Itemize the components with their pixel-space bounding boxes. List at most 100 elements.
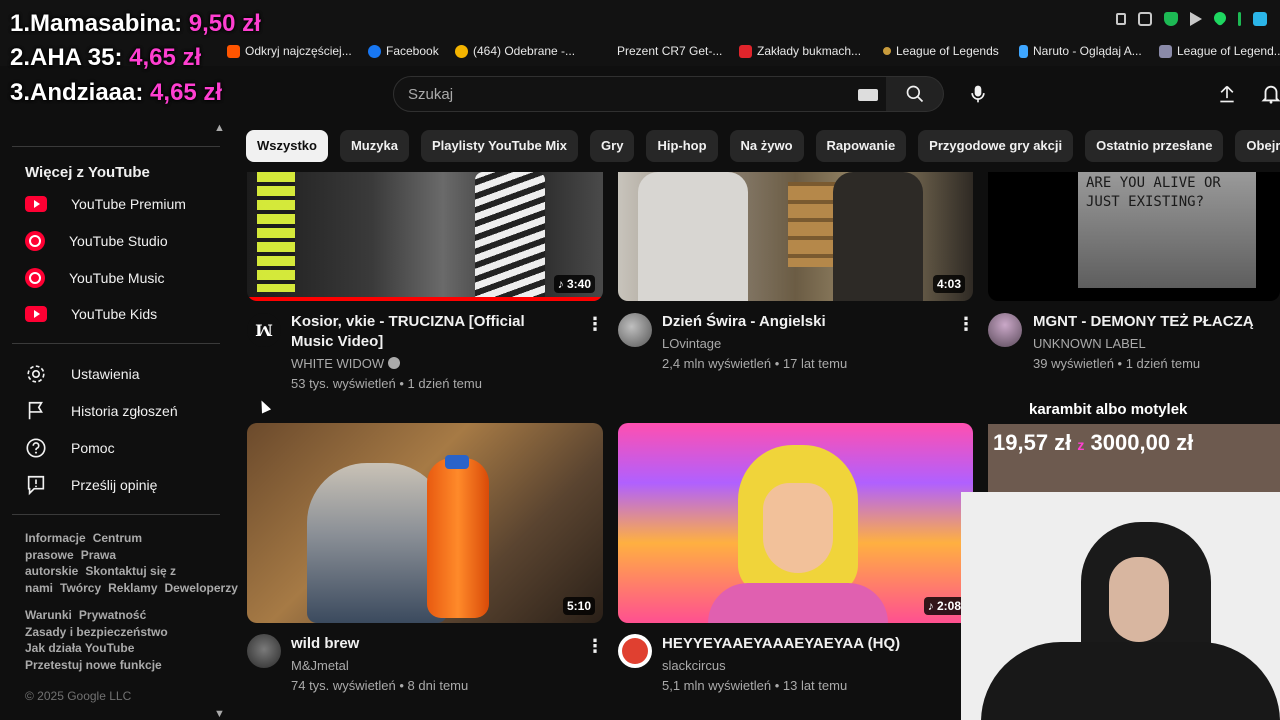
channel-avatar[interactable] — [988, 313, 1022, 347]
scroll-down-icon[interactable]: ▼ — [214, 708, 225, 720]
video-title[interactable]: MGNT - DEMONY TEŻ PŁACZĄ — [1033, 312, 1280, 332]
video-meta: 74 tys. wyświetleń • 8 dni temu — [291, 678, 469, 693]
footer-link[interactable]: Twórcy — [60, 581, 101, 595]
person-shape — [638, 172, 748, 301]
sidebar-item-studio[interactable]: YouTube Studio — [12, 223, 220, 259]
soundcloud-icon — [227, 44, 240, 58]
upload-button[interactable] — [1210, 76, 1244, 112]
chip-all[interactable]: Wszystko — [246, 130, 328, 162]
video-title[interactable]: Dzień Świra - Angielski — [662, 312, 942, 332]
bookmark-item[interactable]: Zakłady bukmach... — [739, 44, 861, 58]
video-thumbnail[interactable]: 4:03 — [618, 172, 973, 301]
play-icon[interactable] — [1190, 12, 1202, 26]
heart-icon[interactable] — [1211, 9, 1229, 27]
bookmark-item[interactable]: Odkryj najczęściej... — [227, 44, 352, 58]
chip-music[interactable]: Muzyka — [339, 130, 409, 162]
chip-recent[interactable]: Ostatnio przesłane — [1085, 130, 1224, 162]
video-duration: ♪ 3:40 — [553, 275, 595, 293]
video-title[interactable]: Kosior, vkie - TRUCIZNA [Official Music … — [291, 312, 571, 352]
top-donor-2: 2.AHA 35: 4,65 zł — [10, 44, 202, 71]
channel-avatar[interactable]: ꟽ — [247, 313, 281, 347]
chip-hiphop[interactable]: Hip-hop — [646, 130, 718, 162]
slackcircus-logo — [622, 638, 648, 664]
bookmark-item[interactable]: League of Legends — [883, 44, 999, 58]
sidebar-item-settings[interactable]: Ustawienia — [12, 356, 220, 392]
sidebar-item-music[interactable]: YouTube Music — [12, 260, 220, 296]
footer-link[interactable]: Warunki — [25, 608, 72, 622]
character-face — [763, 483, 833, 573]
window-icon[interactable] — [1138, 12, 1152, 26]
top-donor-1: 1.Mamasabina: 9,50 zł — [10, 10, 261, 37]
channel-name[interactable]: UNKNOWN LABEL — [1033, 334, 1146, 354]
chip-watched[interactable]: Obejrzane — [1235, 130, 1280, 162]
video-thumbnail[interactable]: 5:10 — [247, 423, 603, 623]
video-menu-button[interactable]: ⋮ — [585, 634, 605, 658]
sidebar-item-feedback[interactable]: Prześlij opinię — [12, 467, 220, 503]
footer-link[interactable]: Jak działa YouTube — [25, 641, 134, 655]
footer-link[interactable]: Deweloperzy — [165, 581, 238, 595]
channel-name[interactable]: LOvintage — [662, 334, 721, 354]
channel-avatar[interactable] — [618, 634, 652, 668]
upload-icon — [1220, 85, 1234, 103]
channel-avatar[interactable] — [247, 634, 281, 668]
translate-icon[interactable] — [1253, 12, 1267, 26]
channel-name[interactable]: WHITE WIDOW — [291, 354, 401, 374]
streamer-body — [981, 642, 1280, 720]
scroll-up-icon[interactable]: ▲ — [214, 122, 225, 134]
chip-live[interactable]: Na żywo — [729, 130, 804, 162]
figure-shape — [475, 172, 545, 297]
chip-games[interactable]: Gry — [590, 130, 635, 162]
more-from-youtube-heading: Więcej z YouTube — [25, 164, 150, 181]
footer-link[interactable]: Informacje — [25, 531, 86, 545]
video-thumbnail[interactable]: ♪ 2:08 — [618, 423, 973, 623]
verified-icon — [388, 357, 401, 369]
help-icon — [26, 438, 46, 458]
video-duration: 5:10 — [562, 597, 595, 615]
sidebar-item-report-history[interactable]: Historia zgłoszeń — [12, 393, 220, 429]
webcam-feed — [961, 492, 1280, 720]
ext-green-icon[interactable] — [1238, 12, 1241, 26]
notifications-button[interactable] — [1256, 76, 1280, 112]
footer-link[interactable]: Zasady i bezpieczeństwo — [25, 625, 168, 639]
chip-mix[interactable]: Playlisty YouTube Mix — [420, 130, 579, 162]
sidebar-item-help[interactable]: Pomoc — [12, 430, 220, 466]
video-meta: 2,4 mln wyświetleń • 17 lat temu — [662, 356, 848, 371]
feedback-icon — [27, 475, 45, 496]
footer-link[interactable]: Przetestuj nowe funkcje — [25, 658, 162, 672]
search-input[interactable]: Szukaj — [408, 86, 453, 103]
video-title[interactable]: wild brew — [291, 634, 571, 654]
bookmark-item[interactable]: League of Legend... — [1159, 44, 1280, 58]
channel-avatar[interactable] — [618, 313, 652, 347]
bookmark-item[interactable]: Naruto - Oglądaj A... — [1019, 44, 1142, 58]
voice-search-button[interactable] — [958, 76, 998, 112]
channel-name[interactable]: slackcircus — [662, 656, 726, 676]
video-thumbnail[interactable]: ♪ 3:40 — [247, 172, 603, 301]
chip-rap[interactable]: Rapowanie — [815, 130, 907, 162]
top-donor-3: 3.Andziaaa: 4,65 zł — [10, 79, 223, 106]
mouse-cursor-icon — [256, 398, 272, 414]
gear-icon — [27, 365, 45, 383]
sidebar-item-premium[interactable]: YouTube Premium — [12, 186, 220, 222]
divider — [12, 514, 220, 515]
shield-icon[interactable] — [1164, 12, 1178, 26]
pin-icon[interactable] — [1116, 13, 1126, 25]
video-thumbnail[interactable]: ARE YOU ALIVE OR JUST EXISTING? — [988, 172, 1280, 301]
white-widow-logo: ꟽ — [255, 320, 273, 340]
search-button[interactable] — [886, 76, 944, 112]
wall-text: ARE YOU ALIVE OR JUST EXISTING? — [1086, 175, 1221, 210]
video-menu-button[interactable]: ⋮ — [956, 312, 976, 336]
footer-link[interactable]: Reklamy — [108, 581, 157, 595]
sidebar: ▲ Więcej z YouTube YouTube Premium YouTu… — [0, 122, 238, 720]
keyboard-icon[interactable] — [858, 89, 878, 101]
bookmark-item[interactable]: Facebook — [368, 44, 439, 58]
video-title[interactable]: HEYYEYAAEYAAAEYAEYAA (HQ) — [662, 634, 942, 654]
search-box[interactable]: Szukaj — [393, 76, 887, 112]
bookmark-item[interactable]: Prezent CR7 Get-... — [617, 44, 722, 58]
footer-link[interactable]: Prywatność — [79, 608, 146, 622]
youtube-premium-icon — [25, 196, 47, 212]
bookmark-item[interactable]: (464) Odebrane -... — [455, 44, 575, 58]
video-menu-button[interactable]: ⋮ — [585, 312, 605, 336]
sidebar-item-kids[interactable]: YouTube Kids — [12, 296, 220, 332]
chip-action-adventure[interactable]: Przygodowe gry akcji — [918, 130, 1074, 162]
channel-name[interactable]: M&Jmetal — [291, 656, 349, 676]
